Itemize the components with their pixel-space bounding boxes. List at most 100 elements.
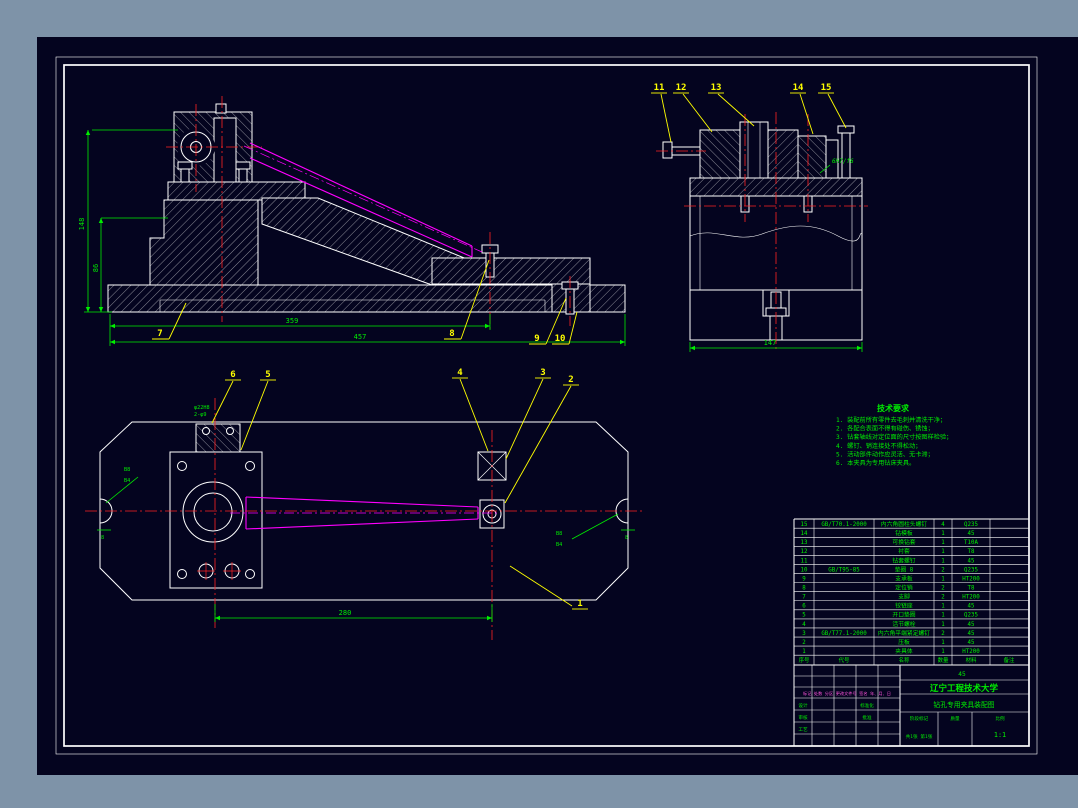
bom-qty: 1 <box>941 531 945 537</box>
callout-10: 10 <box>555 334 566 344</box>
bom-material: 45 <box>968 640 975 646</box>
bom-material: T8 <box>968 585 975 591</box>
dim-side-height: 148 <box>78 218 86 231</box>
bom-qty: 2 <box>941 585 945 591</box>
bom-qty: 1 <box>941 613 945 619</box>
notes-line: 4. 螺钉、销连接处不得松动； <box>836 442 921 450</box>
mass-label: 质量 <box>950 715 960 722</box>
callout-9: 9 <box>534 334 539 344</box>
datum-right-bottom: B4 <box>556 542 562 548</box>
standard-label: 标准化 <box>860 702 874 709</box>
process-label: 工艺 <box>798 727 808 733</box>
bom-code: GB/T77.1-2000 <box>821 631 867 637</box>
bom-material: 45 <box>968 631 975 637</box>
bom-header-note: 备注 <box>1004 656 1015 664</box>
bom-name: 定位销 <box>895 583 913 591</box>
bom-no: 14 <box>801 531 808 537</box>
dim-section-width: 147 <box>764 339 777 347</box>
bom-material: HT200 <box>962 576 980 582</box>
bom-name: 垫圈 8 <box>895 565 914 573</box>
bom-no: 13 <box>801 540 808 546</box>
fit-label: 6H7/f6 <box>832 158 854 165</box>
bom-qty: 2 <box>941 595 945 601</box>
callout-1: 1 <box>577 599 582 609</box>
bom-name: 钻套螺钉 <box>892 556 915 564</box>
notes-line: 6. 本夹具为专用钻床夹具。 <box>836 459 915 467</box>
bom-no: 1 <box>802 649 806 655</box>
bom-qty: 1 <box>941 622 945 628</box>
bom-material: 45 <box>968 604 975 610</box>
bom-name: 衬套 <box>898 547 910 555</box>
clamp-hole-note: φ22H8 <box>194 405 210 411</box>
scale-label: 比例 <box>995 715 1005 722</box>
bom-header-material: 材料 <box>966 656 977 664</box>
bom-name: 开口垫圈 <box>892 611 915 619</box>
bom-name: 可换钻套 <box>892 538 915 546</box>
bom-qty: 1 <box>941 576 945 582</box>
design-label: 设计 <box>798 702 808 709</box>
bom-name: 夹具体 <box>895 647 913 655</box>
callout-2: 2 <box>568 375 573 385</box>
bom-material: 45 <box>968 558 975 564</box>
callout-7: 7 <box>157 329 162 339</box>
callout-13: 13 <box>711 83 722 93</box>
callout-3: 3 <box>540 368 545 378</box>
bom-qty: 1 <box>941 604 945 610</box>
bom-material: HT200 <box>962 649 980 655</box>
bom-material: 45 <box>968 531 975 537</box>
bom-no: 9 <box>802 576 806 582</box>
notes-line: 2. 各配合表面不得有碰伤、锈蚀； <box>836 425 934 433</box>
bom-qty: 1 <box>941 649 945 655</box>
bom-qty: 1 <box>941 640 945 646</box>
callout-5: 5 <box>265 370 270 380</box>
bom-header-qty: 数量 <box>938 656 949 664</box>
bom-name: 活节螺栓 <box>892 620 915 628</box>
dim-side-total: 457 <box>354 333 367 341</box>
bom-no: 8 <box>802 585 806 591</box>
clamp-pins-note: 2-φ9 <box>194 412 207 418</box>
bom-qty: 4 <box>941 522 945 528</box>
bom-no: 5 <box>802 613 806 619</box>
callout-6: 6 <box>230 370 235 380</box>
bom-name: 铰链座 <box>895 602 913 610</box>
sheet-info: 共1张 第1张 <box>906 733 933 740</box>
bom-material: T8 <box>968 549 975 555</box>
bom-material: HT200 <box>962 595 980 601</box>
notes-title: 技术要求 <box>877 403 910 413</box>
bom-material: Q235 <box>964 522 978 528</box>
bom-material: Q235 <box>964 567 978 573</box>
bom-name: 内六角平端紧定螺钉 <box>878 629 930 637</box>
bom-no: 7 <box>802 595 806 601</box>
bom-code: GB/T70.1-2000 <box>821 522 867 528</box>
callout-12: 12 <box>676 83 687 93</box>
bom-qty: 2 <box>941 631 945 637</box>
material-value: 45 <box>958 671 966 678</box>
bom-name: 钻模板 <box>895 529 913 537</box>
bom-no: 3 <box>802 631 806 637</box>
callout-8: 8 <box>449 329 454 339</box>
bom-header-no: 序号 <box>799 656 810 664</box>
bom-header-name: 名称 <box>899 656 910 664</box>
bom-no: 15 <box>801 522 808 528</box>
cad-viewport[interactable]: 148 86 359 457 7 8 9 10 6H7/f6 147 11 12… <box>0 0 1078 808</box>
bom-name: 支脚 <box>898 593 910 601</box>
bom-code: GB/T95-85 <box>828 567 860 573</box>
bom-no: 11 <box>801 558 808 564</box>
school-name: 辽宁工程技术大学 <box>930 683 999 694</box>
cad-background: 148 86 359 457 7 8 9 10 6H7/f6 147 11 12… <box>0 0 1078 808</box>
notes-line: 1. 装配前所有零件去毛刺并清洗干净； <box>836 416 946 424</box>
bom-qty: 1 <box>941 549 945 555</box>
dim-plan-span: 280 <box>339 609 352 617</box>
dim-notch-left: 8 <box>101 535 104 541</box>
dim-side-mid: 359 <box>286 317 299 325</box>
bom-name: 压板 <box>898 638 910 646</box>
datum-left-top: B8 <box>124 467 130 473</box>
stage-label: 阶段标记 <box>910 715 929 722</box>
approve-label: 批准 <box>862 714 872 721</box>
bom-material: T10A <box>964 540 978 546</box>
bom-name: 支承板 <box>895 574 913 582</box>
bom-material: 45 <box>968 622 975 628</box>
bom-qty: 1 <box>941 540 945 546</box>
notes-line: 3. 钻套轴线对定位面的尺寸按图样检验； <box>836 433 952 441</box>
bom-no: 10 <box>801 567 808 573</box>
